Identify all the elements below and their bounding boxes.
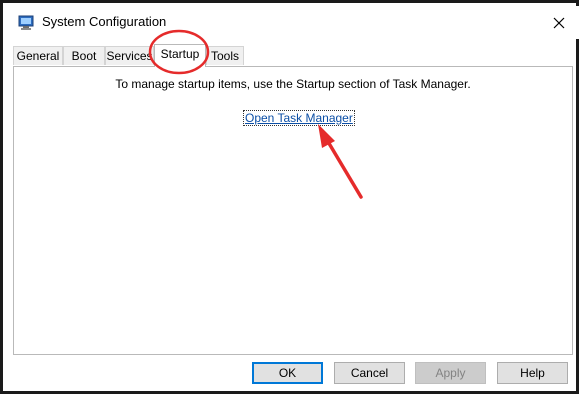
dialog-window: System Configuration General Boot Servic… [0, 0, 579, 394]
apply-button[interactable]: Apply [415, 362, 486, 384]
window-title: System Configuration [42, 14, 167, 29]
startup-message: To manage startup items, use the Startup… [115, 77, 471, 91]
close-button[interactable] [545, 9, 573, 37]
tab-startup[interactable]: Startup [154, 44, 206, 67]
open-task-manager-link[interactable]: Open Task Manager [243, 110, 355, 126]
system-config-icon [18, 15, 34, 31]
help-button[interactable]: Help [497, 362, 568, 384]
tab-services[interactable]: Services [105, 46, 154, 65]
tab-bar: General Boot Services Startup Tools [13, 44, 573, 67]
cancel-button[interactable]: Cancel [334, 362, 405, 384]
tab-boot[interactable]: Boot [63, 46, 105, 65]
ok-button[interactable]: OK [252, 362, 323, 384]
close-icon [553, 17, 565, 29]
button-row: OK Cancel Apply Help [3, 362, 579, 384]
tab-tools[interactable]: Tools [206, 46, 244, 65]
tab-general[interactable]: General [13, 46, 63, 65]
title-bar: System Configuration [6, 6, 579, 39]
startup-tab-panel: To manage startup items, use the Startup… [13, 66, 573, 355]
